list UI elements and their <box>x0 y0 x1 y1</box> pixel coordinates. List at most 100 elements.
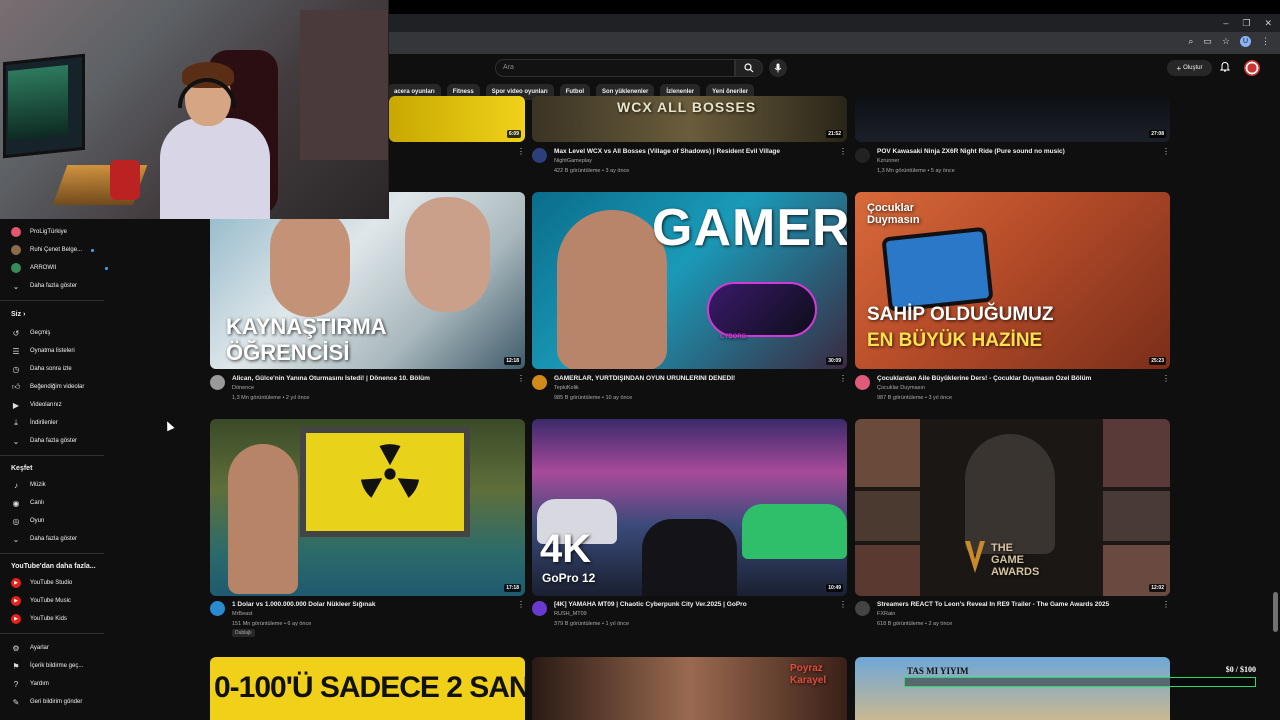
video-meta: 985 B görüntüleme • 10 ay önce <box>554 395 633 401</box>
profile-avatar[interactable]: U <box>1240 36 1251 47</box>
sidebar-item-gaming[interactable]: ◎ Oyun <box>11 514 45 528</box>
sidebar-item-playlists[interactable]: ☰ Oynatma listeleri <box>11 344 74 358</box>
channel-avatar[interactable] <box>855 375 870 390</box>
sidebar-item-youtube-music[interactable]: ▶ YouTube Music <box>11 594 71 608</box>
video-thumbnail[interactable]: Poyraz Karayel <box>532 657 847 720</box>
channel-avatar[interactable] <box>210 375 225 390</box>
sidebar-item-liked-videos[interactable]: 👍︎ Beğendiğim videolar <box>11 380 85 394</box>
more-from-youtube-heading: YouTube'dan daha fazla... <box>11 563 96 570</box>
video-title[interactable]: Alican, Gülce'nin Yanına Oturmasını İste… <box>232 375 517 382</box>
cast-icon[interactable]: ▭ <box>1203 36 1212 47</box>
thumbnail-person <box>270 207 350 317</box>
sidebar-item-youtube-kids[interactable]: ▶ YouTube Kids <box>11 612 67 626</box>
sidebar-item-label: Geçmiş <box>30 330 51 336</box>
user-avatar[interactable] <box>1244 60 1260 76</box>
video-title[interactable]: 1 Dolar vs 1.000.000.000 Dolar Nükleer S… <box>232 601 517 608</box>
more-options-icon[interactable]: ⋮ <box>1162 600 1170 609</box>
history-icon: ↺ <box>12 328 20 338</box>
more-options-icon[interactable]: ⋮ <box>839 374 847 383</box>
sidebar-item-label: Videolarınız <box>30 402 62 408</box>
channel-name[interactable]: Dönence <box>232 385 254 391</box>
dubbed-badge: Dublajlı <box>232 629 255 637</box>
video-thumbnail[interactable]: 6:09 <box>389 96 525 142</box>
channel-name[interactable]: Çocuklar Duymasın <box>877 385 925 391</box>
minimize-button[interactable]: – <box>1223 18 1228 28</box>
channel-name[interactable]: TepkiKolik <box>554 385 579 391</box>
address-bar[interactable] <box>388 32 1280 54</box>
thumbnail-motorcycle <box>642 519 737 596</box>
subscriptions-show-more[interactable]: ⌄ Daha fazla göster <box>11 279 77 293</box>
video-thumbnail[interactable]: Çocuklar Duymasın SAHİP OLDUĞUMUZ EN BÜY… <box>855 192 1170 369</box>
bookmark-star-icon[interactable]: ☆ <box>1222 36 1230 47</box>
more-options-icon[interactable]: ⋮ <box>517 147 1280 156</box>
sidebar-item-live[interactable]: ◉ Canlı <box>11 496 45 510</box>
donation-goal-overlay: $0 / $100 <box>904 665 1256 691</box>
video-title[interactable]: [4K] YAMAHA MT09 | Chaotic Cyberpunk Cit… <box>554 601 839 608</box>
sidebar-item-settings[interactable]: ⚙ Ayarlar <box>11 641 49 655</box>
sidebar-item-label: İndirilenler <box>30 420 58 426</box>
maximize-button[interactable]: ❐ <box>1242 18 1250 29</box>
sidebar-item-youtube-studio[interactable]: ▶ YouTube Studio <box>11 576 72 590</box>
channel-name[interactable]: NightGameplay <box>554 158 592 164</box>
sidebar-item-history[interactable]: ↺ Geçmiş <box>11 326 51 340</box>
sidebar-item-report-history[interactable]: ⚑ İçerik bildirme geç... <box>11 659 83 673</box>
sidebar-item-watch-later[interactable]: ◷ Daha sonra izle <box>11 362 72 376</box>
close-button[interactable]: ✕ <box>1264 18 1272 29</box>
channel-name[interactable]: MrBeast <box>232 611 252 617</box>
sidebar-item-send-feedback[interactable]: ✎ Geri bildirim gönder <box>11 695 83 709</box>
thumbnail-text: SAHİP OLDUĞUMUZ <box>867 304 1054 325</box>
video-thumbnail[interactable]: 4K GoPro 12 10:49 <box>532 419 847 596</box>
sidebar-item-label: Yardım <box>30 681 49 687</box>
search-button[interactable] <box>735 59 763 77</box>
subscription-item[interactable]: ProLigTürkiye <box>11 225 67 239</box>
donation-progress-bar <box>904 677 1256 687</box>
channel-name[interactable]: FXRain <box>877 611 895 617</box>
subscription-item[interactable]: ARROWII <box>11 261 109 275</box>
video-thumbnail[interactable]: 0-100'Ü SADECE 2 SANİYE! <box>210 657 525 720</box>
search-input[interactable]: Ara <box>495 59 735 77</box>
new-content-dot <box>105 266 109 270</box>
chevron-down-icon: ⌄ <box>12 534 20 544</box>
show-more-label: Daha fazla göster <box>30 438 78 444</box>
video-title[interactable]: Çocuklardan Aile Büyüklerine Ders! - Çoc… <box>877 375 1162 382</box>
video-title[interactable]: GAMERLAR, YURTDIŞINDAN OYUN ÜRÜNLERİNİ D… <box>554 375 839 382</box>
voice-search-button[interactable] <box>769 59 787 77</box>
video-title[interactable]: Streamers REACT To Leon's Reveal In RE9 … <box>877 601 1162 608</box>
thumbnail-person <box>405 197 490 312</box>
sidebar-item-downloads[interactable]: ⤓ İndirilenler <box>11 416 58 430</box>
video-thumbnail[interactable]: WCX ALL BOSSES 21:52 <box>532 96 847 142</box>
video-thumbnail[interactable]: 27:08 <box>855 96 1170 142</box>
video-meta: 1,3 Mn görüntüleme • 5 ay önce <box>877 168 955 174</box>
create-button[interactable]: + Oluştur <box>1167 60 1212 76</box>
page-scrollbar[interactable] <box>1273 592 1278 632</box>
game-awards-logo-icon <box>965 541 985 573</box>
zoom-icon[interactable]: ⌕ <box>1188 36 1193 47</box>
notifications-bell-icon[interactable] <box>1219 61 1231 75</box>
channel-name[interactable]: Kzrunner <box>877 158 899 164</box>
subscription-item[interactable]: Ruhi Çenet Belge... <box>11 243 95 257</box>
thumbnail-text: GAMER <box>652 199 847 257</box>
you-section-heading[interactable]: Siz › <box>11 311 25 318</box>
explore-show-more[interactable]: ⌄ Daha fazla göster <box>11 532 77 546</box>
channel-avatar[interactable] <box>532 601 547 616</box>
browser-menu-icon[interactable]: ⋮ <box>1261 36 1270 47</box>
more-options-icon[interactable]: ⋮ <box>839 600 847 609</box>
channel-name[interactable]: RUSH_MT09 <box>554 611 587 617</box>
video-thumbnail[interactable]: THE GAME AWARDS 12:02 <box>855 419 1170 596</box>
more-options-icon[interactable]: ⋮ <box>1162 374 1170 383</box>
duration-badge: 25:23 <box>1149 357 1166 365</box>
sidebar-item-music[interactable]: ♪ Müzik <box>11 478 46 492</box>
channel-avatar[interactable] <box>210 601 225 616</box>
channel-avatar[interactable] <box>855 601 870 616</box>
channel-avatar[interactable] <box>532 375 547 390</box>
you-show-more[interactable]: ⌄ Daha fazla göster <box>11 434 77 448</box>
video-thumbnail[interactable]: GAMER CYBORG 30:09 <box>532 192 847 369</box>
more-options-icon[interactable]: ⋮ <box>517 374 525 383</box>
sidebar-item-label: YouTube Kids <box>30 616 67 622</box>
video-meta: 422 B görüntüleme • 3 ay önce <box>554 168 630 174</box>
sidebar-item-your-videos[interactable]: ▶ Videolarınız <box>11 398 62 412</box>
more-options-icon[interactable]: ⋮ <box>517 600 525 609</box>
playlist-icon: ☰ <box>12 346 20 356</box>
sidebar-item-help[interactable]: ? Yardım <box>11 677 49 691</box>
video-thumbnail[interactable]: 17:18 <box>210 419 525 596</box>
